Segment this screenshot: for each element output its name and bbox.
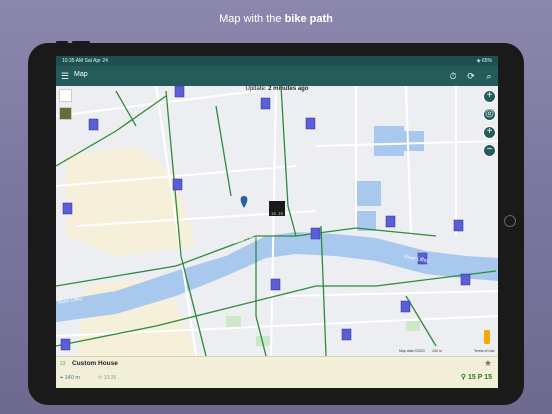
docks-count: 15: [484, 374, 492, 381]
zoom-out-button[interactable]: −: [483, 144, 496, 157]
search-icon[interactable]: ⌕: [483, 70, 495, 82]
map-view[interactable]: 15 15 River Liffey River Liffey River Li…: [56, 86, 498, 356]
app-bar: ☰ Map ⏱ ⟳ ⌕: [56, 66, 498, 86]
station-panel[interactable]: 23 Custom House ★ ⌖ 140 m ⟳ 10:35 ⚲ 15 P…: [56, 356, 498, 388]
app-screen: 10:35 AM Sat Apr 24 ◈ 65% ☰ Map ⏱ ⟳ ⌕ 15…: [56, 56, 498, 388]
station-name: Custom House: [72, 360, 118, 367]
headline: Map with the bike path: [219, 13, 333, 25]
refresh-icon[interactable]: ⟳: [465, 70, 477, 82]
terms-link[interactable]: Terms of Use: [474, 349, 495, 353]
hamburger-icon[interactable]: ☰: [59, 70, 71, 82]
update-banner: Update: 2 minutes ago: [245, 86, 309, 92]
station-counts: ⚲ 15 P 15: [460, 374, 492, 381]
locate-button[interactable]: ◎: [483, 108, 496, 121]
favorite-star-icon[interactable]: ★: [484, 358, 492, 369]
station-number: 23: [60, 361, 66, 367]
station-distance: ⌖ 140 m: [60, 375, 80, 381]
page-title: Map: [74, 71, 88, 78]
station-updated: ⟳ 10:35: [98, 375, 117, 381]
expand-button[interactable]: +: [483, 90, 496, 103]
status-bar: 10:35 AM Sat Apr 24 ◈ 65%: [56, 56, 498, 66]
map-credit: Map data ©2021: [399, 349, 425, 353]
map-layer-button[interactable]: [59, 89, 72, 102]
home-button: [504, 215, 516, 227]
ipad-hardware-button: [72, 41, 90, 44]
satellite-layer-button[interactable]: [59, 107, 72, 120]
zoom-in-button[interactable]: +: [483, 126, 496, 139]
selected-bikes-count: 15: [271, 211, 277, 216]
timer-icon[interactable]: ⏱: [447, 70, 459, 82]
selected-docks-count: 15: [278, 211, 284, 216]
ipad-hardware-button: [56, 41, 68, 44]
map-scale: 100 m: [432, 349, 442, 353]
bikes-count: 15: [467, 374, 476, 381]
